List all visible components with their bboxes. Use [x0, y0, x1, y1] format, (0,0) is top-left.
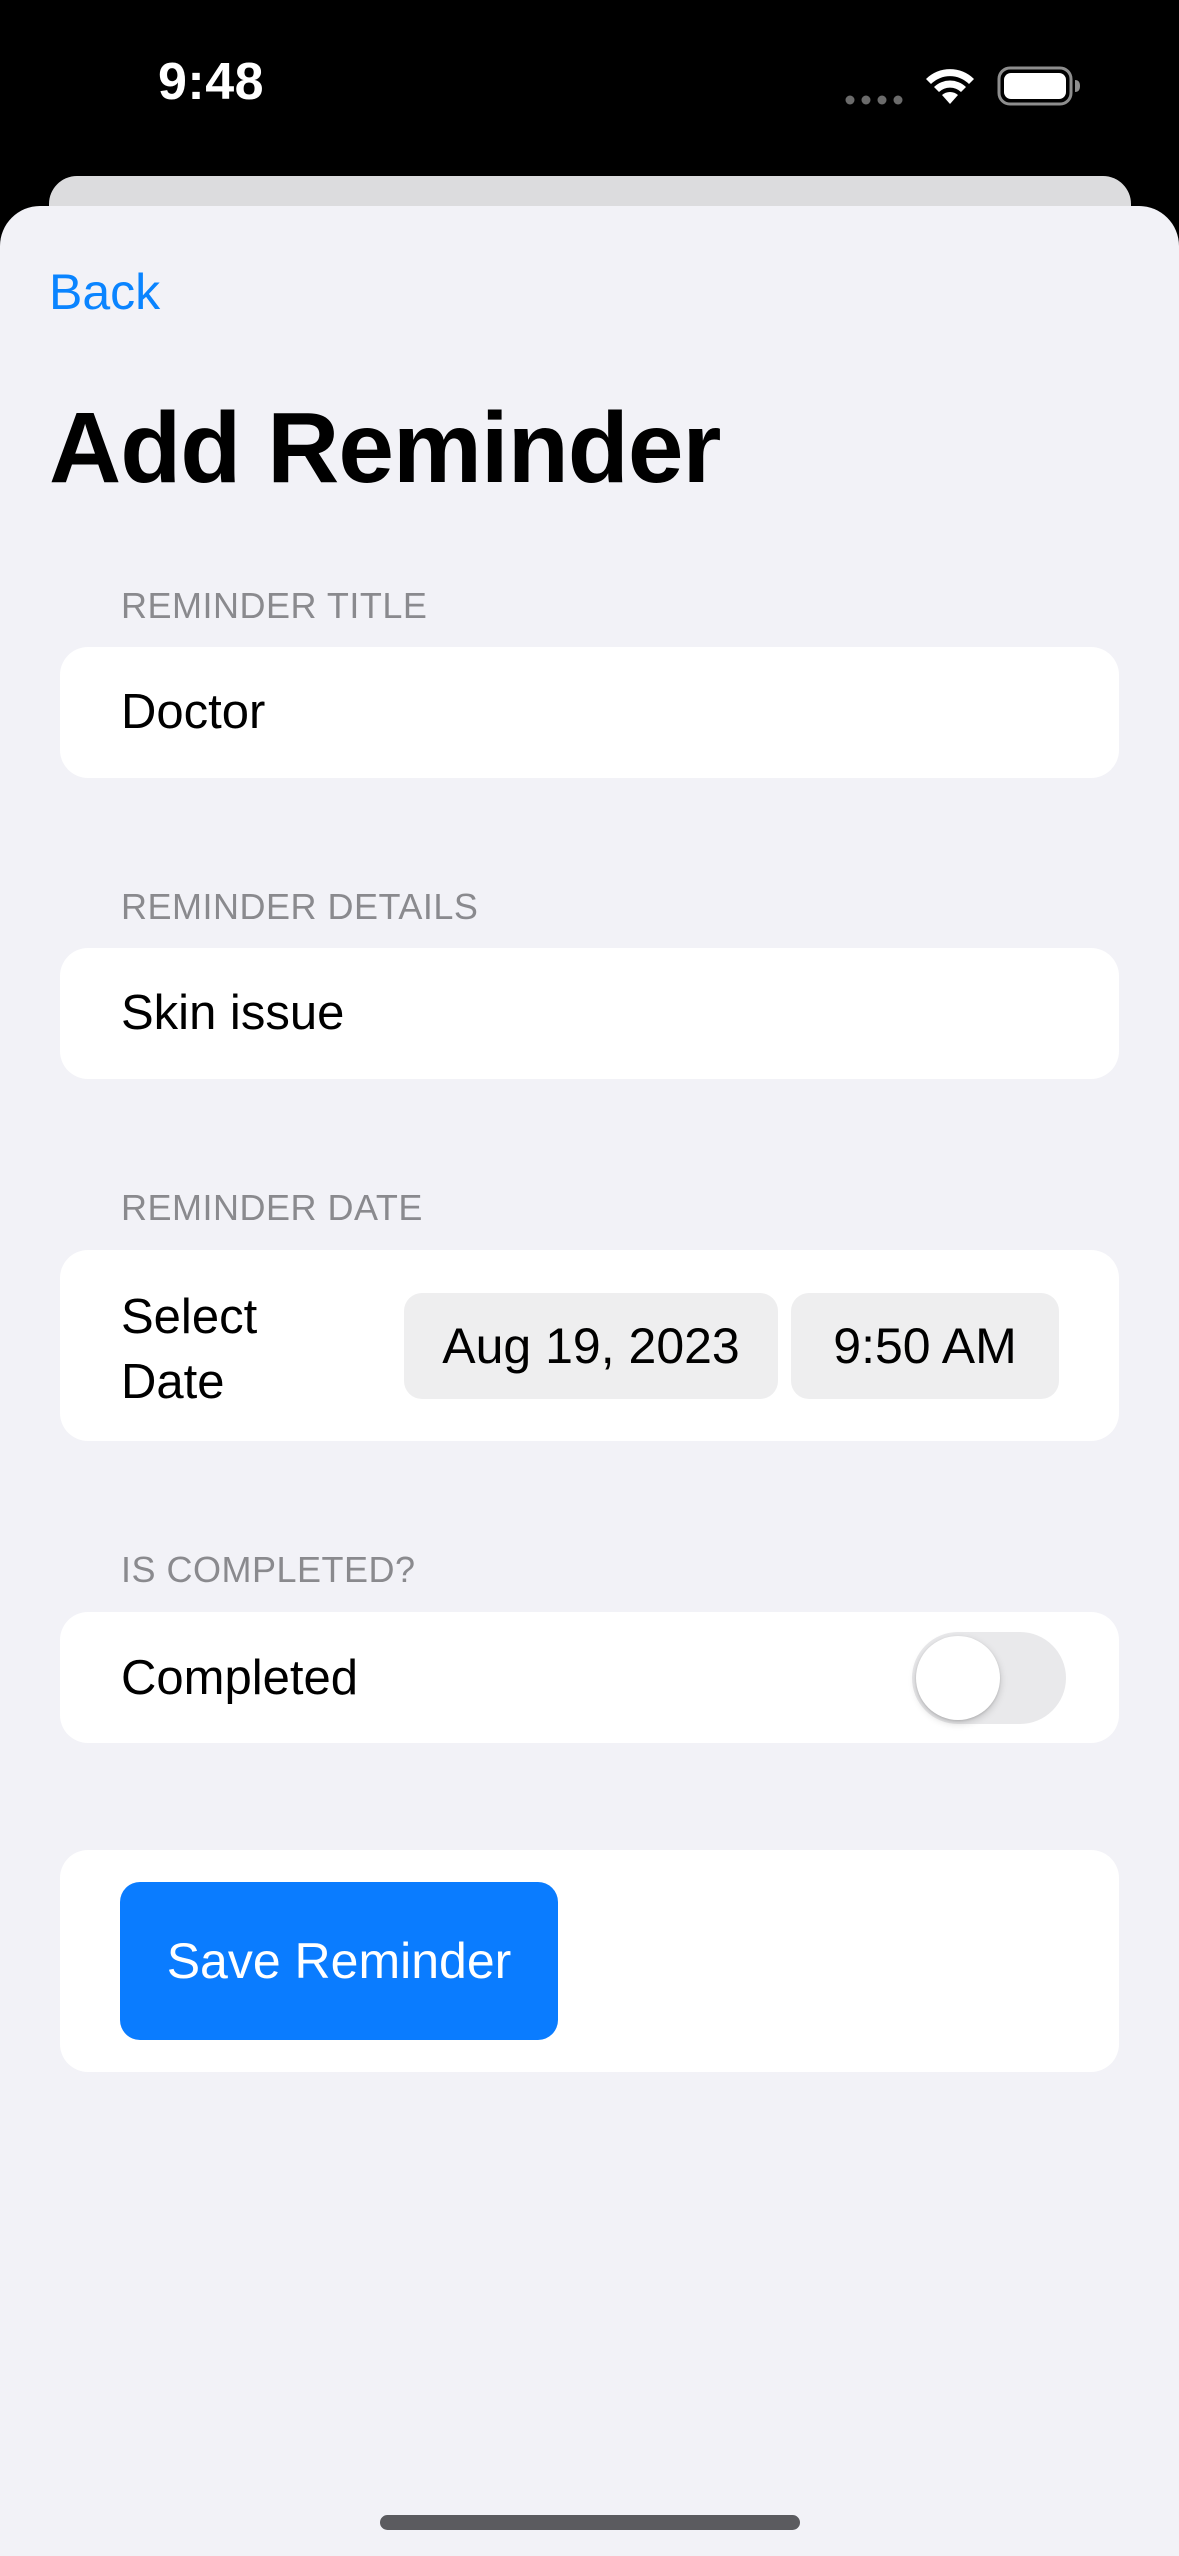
page-title: Add Reminder: [49, 392, 721, 504]
save-section: Save Reminder: [60, 1850, 1119, 2072]
reminder-title-field[interactable]: Doctor: [60, 647, 1119, 778]
status-bar: 9:48: [0, 0, 1179, 175]
select-date-label: Select Date: [121, 1290, 258, 1409]
completed-row: Completed: [60, 1612, 1119, 1743]
home-indicator: [380, 2515, 800, 2530]
completed-label: Completed: [121, 1651, 358, 1705]
battery-icon: [997, 66, 1080, 106]
reminder-title-value[interactable]: Doctor: [121, 682, 265, 742]
reminder-date-row: Select Date Aug 19, 2023 9:50 AM: [60, 1250, 1119, 1441]
is-completed-header: IS COMPLETED?: [121, 1549, 416, 1590]
reminder-details-field[interactable]: Skin issue: [60, 948, 1119, 1079]
reminder-details-value[interactable]: Skin issue: [121, 983, 344, 1043]
time-picker-button[interactable]: 9:50 AM: [791, 1293, 1059, 1399]
wifi-icon: [926, 69, 974, 104]
reminder-title-header: REMINDER TITLE: [121, 585, 428, 626]
status-time: 9:48: [158, 53, 265, 111]
reminder-details-header: REMINDER DETAILS: [121, 886, 479, 927]
toggle-knob: [916, 1636, 1000, 1720]
date-picker-button[interactable]: Aug 19, 2023: [404, 1293, 778, 1399]
signal-dots-icon: [845, 95, 903, 105]
reminder-date-header: REMINDER DATE: [121, 1187, 423, 1228]
save-reminder-button[interactable]: Save Reminder: [120, 1882, 558, 2040]
back-button[interactable]: Back: [49, 262, 160, 322]
completed-toggle[interactable]: [912, 1632, 1066, 1724]
